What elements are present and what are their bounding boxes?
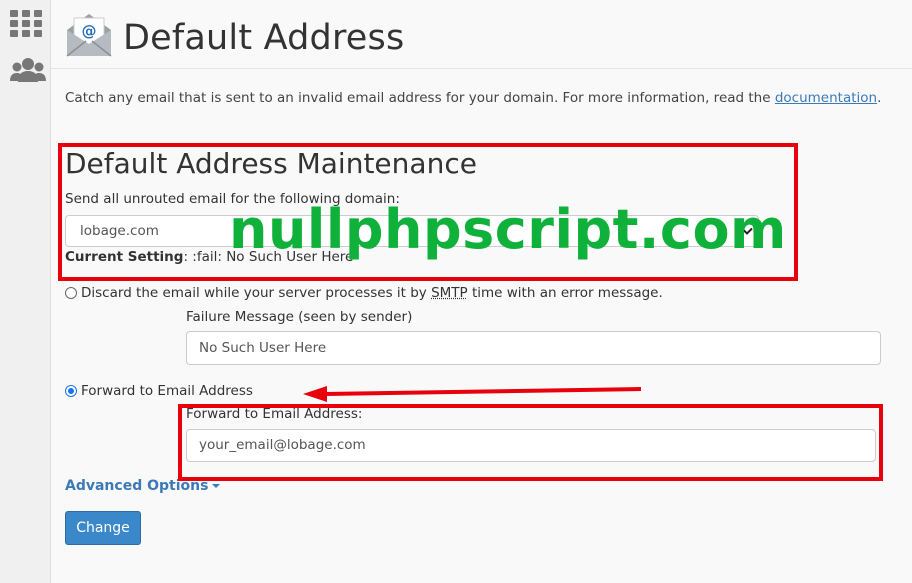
watermark-text: nullphpscript.com [229,198,787,261]
sidebar [0,0,51,583]
discard-option[interactable]: Discard the email while your server proc… [65,285,663,301]
failure-message-input[interactable]: No Such User Here [186,331,881,365]
page-title: Default Address [123,18,405,58]
failure-message-value: No Such User Here [199,340,327,356]
caret-down-icon [212,484,221,488]
description-suffix: . [877,90,882,106]
failure-message-label: Failure Message (seen by sender) [186,309,413,325]
forward-label: Forward to Email Address [81,383,253,399]
forward-option[interactable]: Forward to Email Address [65,383,253,399]
grid-icon[interactable] [10,10,42,38]
discard-label-end: time with an error message. [467,285,663,301]
header-divider [51,68,912,69]
description-text: Catch any email that is sent to an inval… [65,90,775,106]
discard-label: Discard the email while your server proc… [81,285,432,301]
change-button[interactable]: Change [65,511,141,545]
highlight-box-forward [178,404,883,481]
smtp-abbr: SMTP [431,285,468,301]
discard-radio[interactable] [65,287,77,299]
red-arrow-icon [303,386,642,402]
forward-radio[interactable] [65,385,77,397]
users-icon[interactable] [10,56,46,86]
page-description: Catch any email that is sent to an inval… [65,90,881,106]
svg-text:@: @ [82,22,97,40]
main-content: @ Default Address Catch any email that i… [51,0,912,583]
email-envelope-icon: @ [66,14,112,57]
documentation-link[interactable]: documentation [775,90,877,106]
